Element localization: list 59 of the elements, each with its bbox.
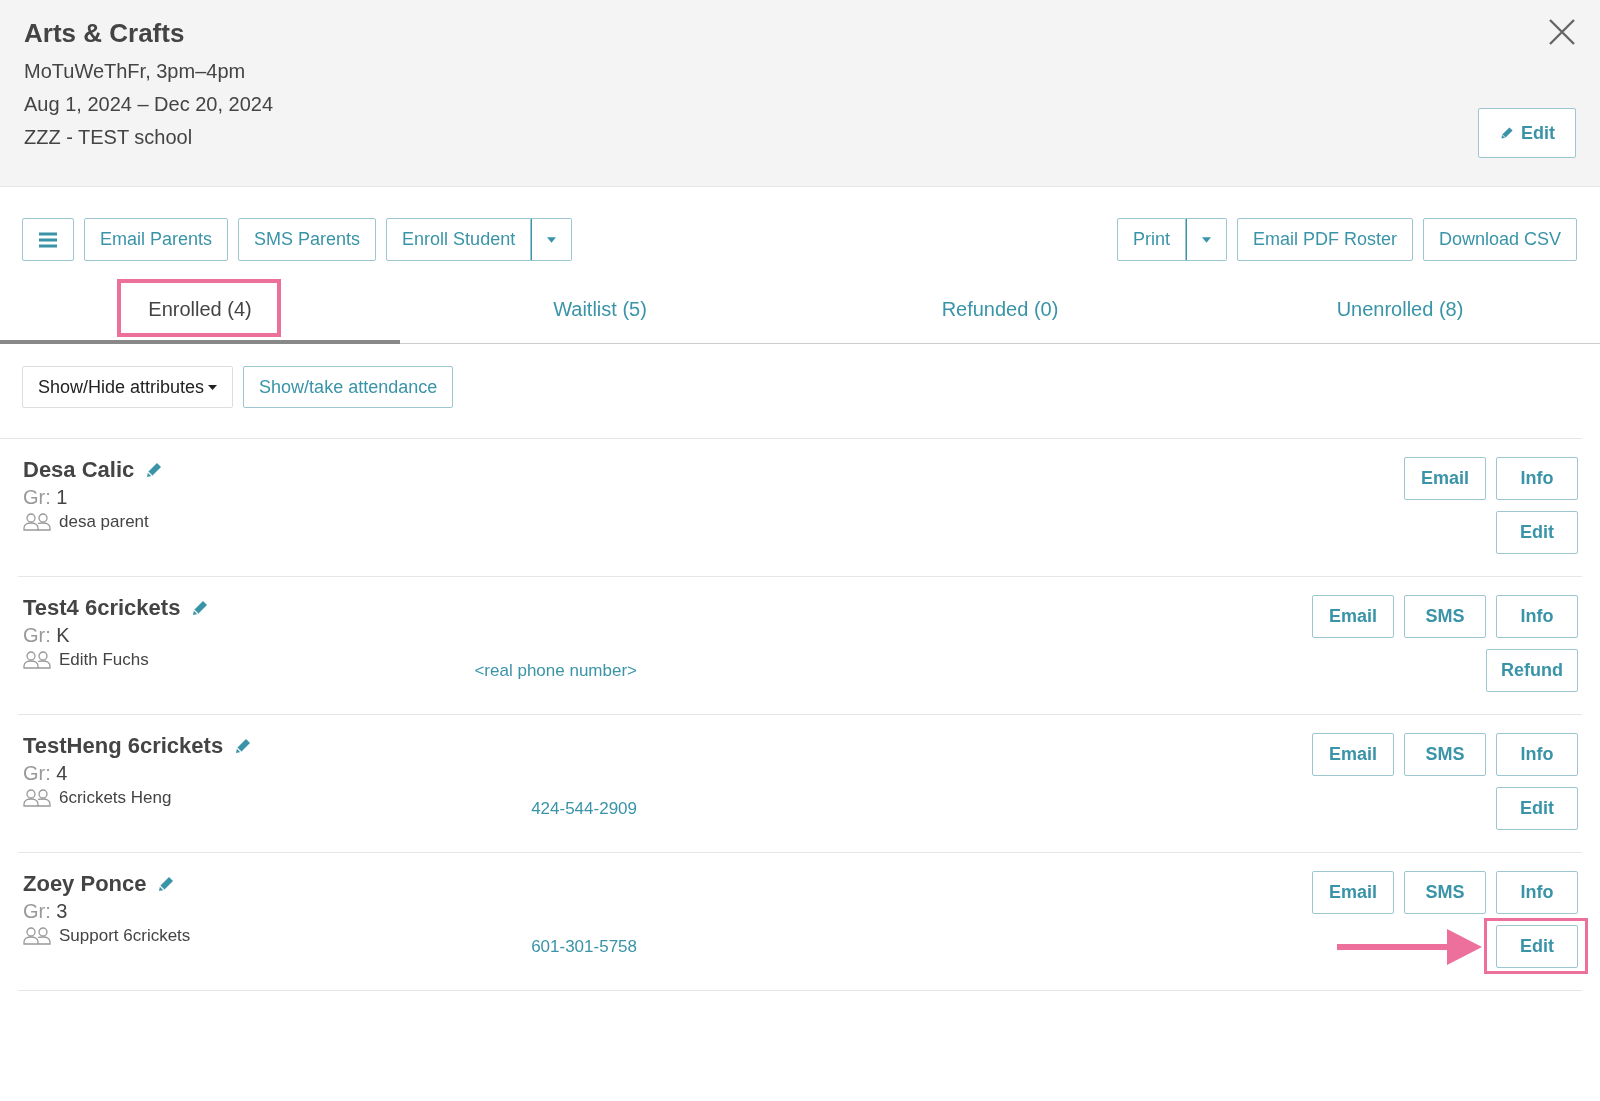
student-name: Desa Calic xyxy=(23,457,135,483)
class-detail: Aug 1, 2024 – Dec 20, 2024 xyxy=(24,92,274,117)
action-button[interactable]: Email xyxy=(1404,457,1486,500)
caret-icon xyxy=(1201,236,1211,243)
action-button[interactable]: SMS xyxy=(1404,871,1486,914)
action-button[interactable]: Edit xyxy=(1496,511,1578,554)
student-name: TestHeng 6crickets xyxy=(23,733,224,759)
people-icon xyxy=(23,513,52,531)
student-name: Zoey Ponce xyxy=(23,871,147,897)
people-icon xyxy=(23,651,52,669)
class-detail: MoTuWeThFr, 3pm–4pm xyxy=(24,59,246,84)
parent-name: Edith Fuchs xyxy=(59,650,149,670)
student-name: Test4 6crickets xyxy=(23,595,181,621)
dropdown-toggle[interactable] xyxy=(531,218,573,261)
edit-button[interactable]: Edit xyxy=(1478,108,1576,158)
action-button[interactable]: Email xyxy=(1312,733,1394,776)
grade-text: Gr: 3 xyxy=(23,900,68,923)
tab[interactable]: Enrolled (4) xyxy=(0,278,400,344)
tab[interactable]: Waitlist (5) xyxy=(400,278,800,344)
action-button[interactable]: Info xyxy=(1496,595,1578,638)
action-button[interactable]: Edit xyxy=(1496,787,1578,830)
menu-button[interactable] xyxy=(22,218,74,261)
grade-text: Gr: 4 xyxy=(23,762,68,785)
parent-name: desa parent xyxy=(59,512,149,532)
grade-text: Gr: 1 xyxy=(23,486,68,509)
grade-text: Gr: K xyxy=(23,624,70,647)
toolbar-button[interactable]: Email PDF Roster xyxy=(1236,218,1413,261)
action-button[interactable]: Refund xyxy=(1486,649,1578,692)
close-icon[interactable] xyxy=(1548,18,1576,46)
phone-link[interactable]: 601-301-5758 xyxy=(443,937,637,957)
parent-name: Support 6crickets xyxy=(59,926,191,946)
menu-icon xyxy=(38,230,58,249)
caret-icon xyxy=(208,384,218,390)
action-button[interactable]: Info xyxy=(1496,871,1578,914)
action-button[interactable]: Info xyxy=(1496,457,1578,500)
people-icon xyxy=(23,789,52,807)
class-title: Arts & Crafts xyxy=(24,18,186,49)
phone-link[interactable]: <real phone number> xyxy=(443,661,637,681)
action-button[interactable]: Email xyxy=(1312,871,1394,914)
action-button[interactable]: Info xyxy=(1496,733,1578,776)
dropdown-toggle[interactable] xyxy=(1185,218,1227,261)
attributes-dropdown[interactable]: Show/Hide attributes xyxy=(22,366,234,408)
people-icon xyxy=(23,927,52,945)
attendance-button[interactable]: Show/take attendance xyxy=(243,366,454,408)
toolbar-button[interactable]: Print xyxy=(1116,218,1186,261)
caret-icon xyxy=(547,236,557,243)
toolbar-button[interactable]: Download CSV xyxy=(1422,218,1577,261)
action-button[interactable]: SMS xyxy=(1404,595,1486,638)
action-button[interactable]: Email xyxy=(1312,595,1394,638)
parent-name: 6crickets Heng xyxy=(59,788,172,808)
action-button[interactable]: Edit xyxy=(1496,925,1578,968)
toolbar-button[interactable]: Enroll Student xyxy=(386,218,532,261)
toolbar-button[interactable]: SMS Parents xyxy=(238,218,377,261)
action-button[interactable]: SMS xyxy=(1404,733,1486,776)
phone-link[interactable]: 424-544-2909 xyxy=(443,799,637,819)
tab[interactable]: Refunded (0) xyxy=(800,278,1200,344)
toolbar-button[interactable]: Email Parents xyxy=(84,218,229,261)
class-detail: ZZZ - TEST school xyxy=(24,125,193,150)
tab[interactable]: Unenrolled (8) xyxy=(1200,278,1600,344)
